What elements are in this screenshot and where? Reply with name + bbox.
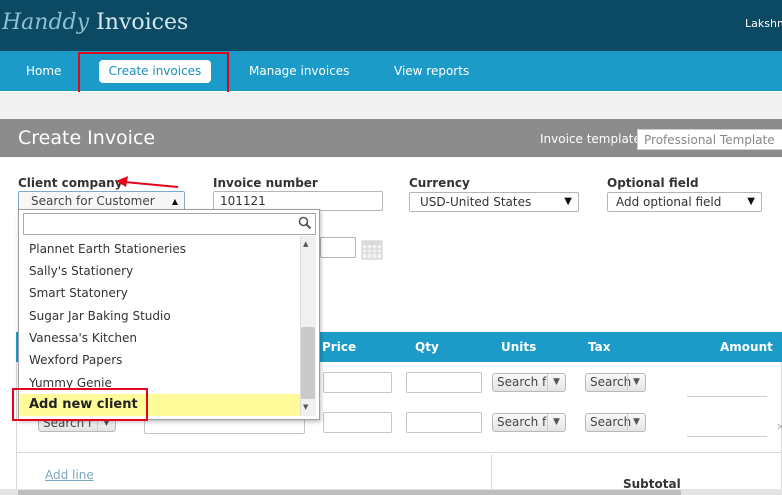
invoice-number-input[interactable]: 101121 [213, 191, 383, 211]
column-amount: Amount [720, 340, 773, 354]
dropdown-item[interactable]: Smart Statonery [29, 286, 128, 300]
page-band [0, 92, 782, 119]
amount-value [687, 396, 767, 397]
client-search-input[interactable] [23, 213, 316, 235]
caret-down-icon: ▼ [547, 374, 565, 391]
qty-input[interactable] [406, 372, 482, 393]
client-search-select[interactable]: Search for Customer ▲ [18, 191, 185, 211]
nav-home[interactable]: Home [26, 64, 61, 78]
calendar-icon[interactable] [361, 238, 383, 260]
template-select[interactable]: Professional Template [637, 129, 782, 150]
scroll-up-icon[interactable]: ▲ [303, 240, 308, 248]
price-input[interactable] [323, 372, 392, 393]
dropdown-item[interactable]: Vanessa's Kitchen [29, 331, 137, 345]
tax-select[interactable]: Search ▼ [585, 413, 646, 432]
remove-row-icon[interactable]: × [776, 420, 782, 433]
tax-select[interactable]: Search ▼ [585, 373, 646, 392]
optional-field-select[interactable]: Add optional field ▼ [607, 192, 762, 212]
search-icon [298, 216, 312, 230]
app-logo[interactable]: Handdy Invoices [2, 10, 188, 35]
caret-down-icon: ▼ [547, 414, 565, 431]
highlight-box-nav [78, 52, 229, 97]
currency-select[interactable]: USD-United States ▼ [409, 192, 579, 212]
column-tax: Tax [588, 340, 611, 354]
nav-manage-invoices[interactable]: Manage invoices [249, 64, 349, 78]
caret-down-icon: ▼ [564, 196, 572, 207]
optional-field-label: Optional field [607, 176, 699, 190]
price-input[interactable] [323, 412, 392, 433]
units-select[interactable]: Search f ▼ [492, 373, 566, 392]
units-select[interactable]: Search f ▼ [492, 413, 566, 432]
table-bottom-rule [16, 452, 782, 453]
scroll-down-icon[interactable]: ▼ [303, 403, 308, 411]
column-price: Price [322, 340, 357, 354]
amount-value [687, 436, 767, 437]
user-name[interactable]: Lakshmi [745, 17, 782, 30]
qty-input[interactable] [406, 412, 482, 433]
nav-view-reports[interactable]: View reports [394, 64, 469, 78]
caret-down-icon: ▼ [627, 414, 645, 431]
caret-up-icon: ▲ [171, 197, 178, 206]
red-arrow-icon [116, 176, 179, 188]
date-input[interactable] [320, 237, 356, 258]
column-units: Units [501, 340, 537, 354]
horizontal-scrollbar-thumb[interactable] [18, 490, 681, 495]
dropdown-scrollbar-thumb[interactable] [301, 327, 315, 399]
currency-label: Currency [409, 176, 470, 190]
column-qty: Qty [415, 340, 439, 354]
dropdown-item[interactable]: Sugar Jar Baking Studio [29, 309, 171, 323]
invoice-number-label: Invoice number [213, 176, 318, 190]
template-label: Invoice template [540, 132, 641, 146]
caret-down-icon: ▼ [627, 374, 645, 391]
client-company-label: Client company [18, 176, 123, 190]
add-line-link[interactable]: Add line [45, 468, 94, 482]
dropdown-item[interactable]: Wexford Papers [29, 353, 122, 367]
dropdown-item[interactable]: Sally's Stationery [29, 264, 133, 278]
page-title: Create Invoice [18, 127, 156, 149]
dropdown-item[interactable]: Plannet Earth Stationeries [29, 242, 186, 256]
highlight-box-add-new [12, 388, 148, 421]
caret-down-icon: ▼ [747, 196, 755, 207]
